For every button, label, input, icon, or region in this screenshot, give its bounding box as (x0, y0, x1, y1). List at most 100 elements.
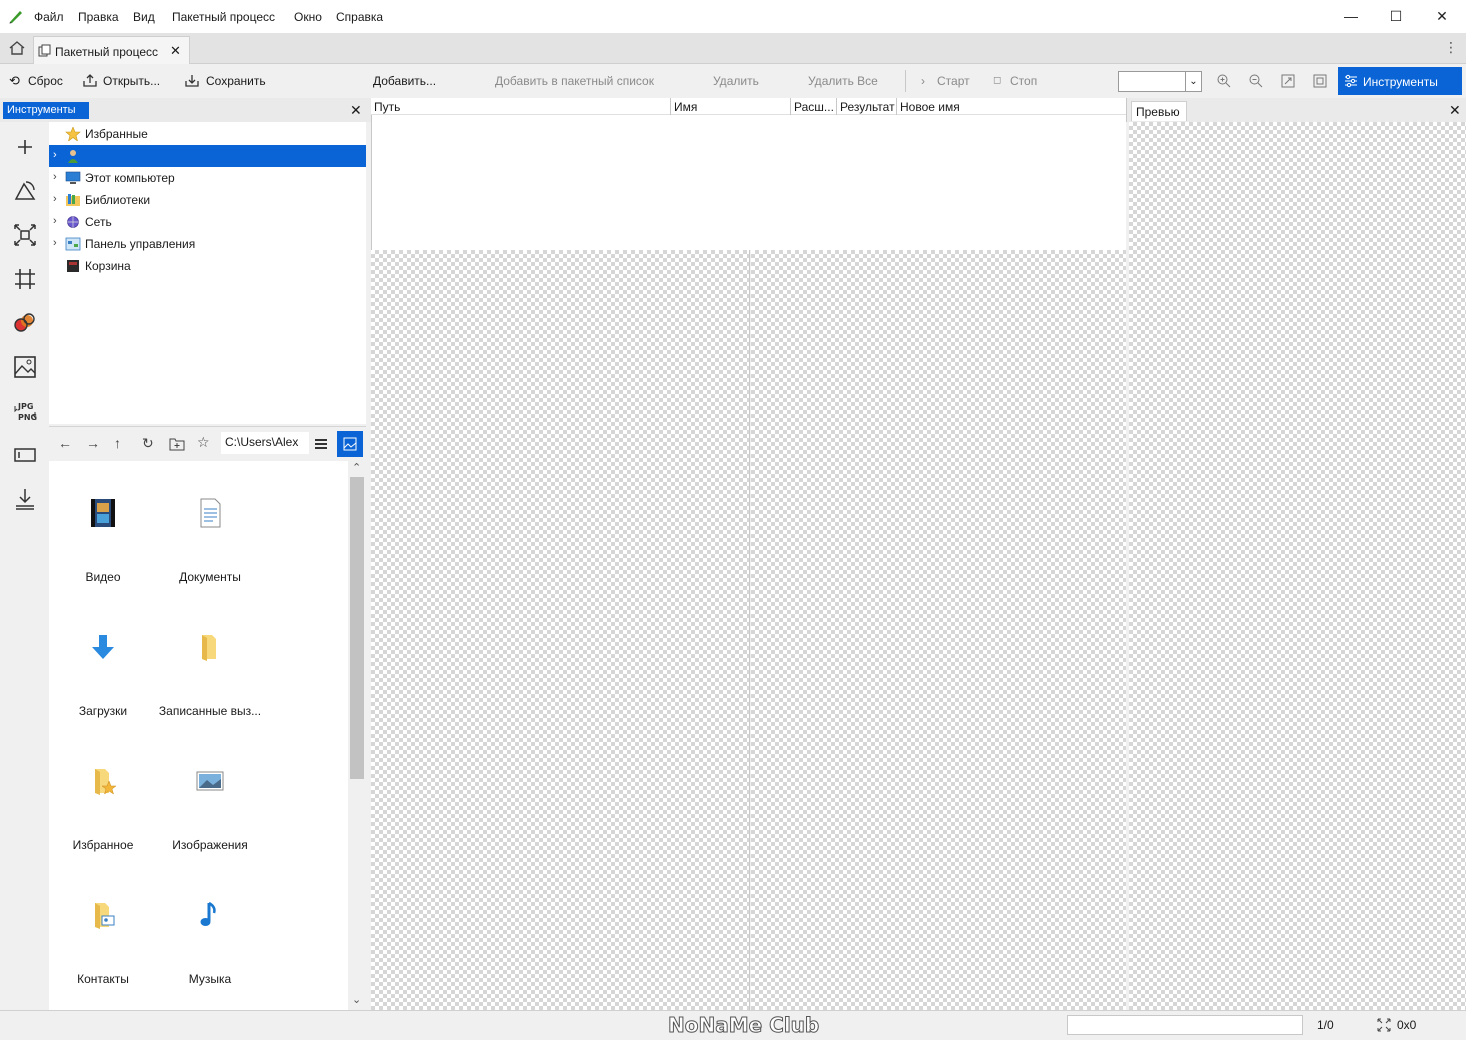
file-item-documents[interactable]: Документы (156, 497, 264, 584)
tree-item-user[interactable]: › (49, 145, 366, 167)
file-item-video[interactable]: Видео (49, 497, 157, 584)
tab-batch-process[interactable]: Пакетный процесс ✕ (33, 36, 190, 64)
scroll-down-icon[interactable]: ⌄ (352, 993, 361, 1006)
list-view-icon[interactable] (314, 437, 328, 451)
refresh-icon[interactable]: ↻ (142, 435, 154, 452)
forward-icon[interactable]: → (86, 435, 100, 451)
color-adjust-tool-icon[interactable] (12, 310, 38, 336)
batch-list[interactable] (371, 98, 1126, 250)
image-tool-icon[interactable] (12, 354, 38, 380)
file-item-label: Загрузки (78, 704, 128, 718)
file-grid-scrollbar[interactable]: ⌃ ⌄ (348, 461, 366, 1010)
result-image-canvas[interactable] (751, 250, 1126, 1010)
contacts-icon (95, 903, 115, 929)
tools-toggle-button[interactable]: Инструменты (1338, 67, 1462, 95)
tools-panel-title[interactable]: Инструменты (3, 102, 89, 119)
favorites-folder-icon (95, 769, 117, 795)
convert-format-icon[interactable]: JPG PNG (12, 398, 38, 424)
zoom-in-icon[interactable] (1216, 73, 1232, 89)
resize-tool-icon[interactable] (12, 222, 38, 248)
reset-button[interactable]: Сброс (28, 74, 63, 88)
image-size: 0x0 (1397, 1018, 1417, 1032)
preview-panel-title[interactable]: Превью (1131, 101, 1187, 121)
actual-size-icon[interactable] (1312, 73, 1328, 89)
menu-window[interactable]: Окно (294, 10, 322, 24)
preview-panel-close-icon[interactable]: ✕ (1449, 102, 1461, 119)
path-input[interactable]: C:\Users\Alex (221, 432, 309, 454)
file-browser-nav: ← → ↑ ↻ ☆ C:\Users\Alex (49, 426, 366, 460)
menu-help[interactable]: Справка (336, 10, 383, 24)
chevron-right-icon[interactable]: › (53, 237, 57, 249)
dimensions-icon (1377, 1018, 1391, 1032)
crop-tool-icon[interactable] (12, 266, 38, 292)
tree-item-label: Корзина (85, 259, 131, 273)
remove-all-button[interactable]: Удалить Все (808, 74, 878, 88)
add-tool-icon[interactable] (12, 134, 38, 160)
reset-icon: ⟲ (9, 73, 20, 88)
chevron-right-icon[interactable]: › (53, 215, 57, 227)
stop-icon: ◻ (993, 75, 1002, 86)
file-item-favorites[interactable]: Избранное (49, 765, 157, 852)
tree-item-libraries[interactable]: › Библиотеки (49, 189, 366, 211)
file-item-music[interactable]: Музыка (156, 899, 264, 986)
svg-text:PNG: PNG (18, 413, 37, 422)
file-item-contacts[interactable]: Контакты (49, 899, 157, 986)
file-item-downloads[interactable]: Загрузки (49, 631, 157, 718)
new-folder-icon[interactable] (169, 437, 185, 451)
menu-batch[interactable]: Пакетный процесс (172, 10, 275, 24)
chevron-right-icon[interactable]: › (53, 171, 57, 183)
save-button[interactable]: Сохранить (206, 74, 266, 88)
output-tool-icon[interactable] (12, 486, 38, 512)
stop-button[interactable]: Стоп (1010, 74, 1037, 88)
column-path[interactable]: Путь (372, 98, 671, 115)
tree-item-favorites[interactable]: Избранные (49, 123, 366, 145)
scroll-up-icon[interactable]: ⌃ (352, 461, 361, 474)
tree-item-label: Этот компьютер (85, 171, 175, 185)
tree-item-control-panel[interactable]: › Панель управления (49, 233, 366, 255)
menu-edit[interactable]: Правка (78, 10, 119, 24)
zoom-combobox[interactable]: ⌄ (1118, 71, 1202, 92)
open-button[interactable]: Открыть... (103, 74, 160, 88)
thumbnail-view-button[interactable] (337, 431, 363, 457)
favorite-star-icon[interactable]: ☆ (197, 434, 210, 451)
home-icon[interactable] (8, 40, 26, 56)
file-item-pictures[interactable]: Изображения (156, 765, 264, 852)
tree-item-network[interactable]: › Сеть (49, 211, 366, 233)
tree-item-this-pc[interactable]: › Этот компьютер (49, 167, 366, 189)
source-image-canvas[interactable] (371, 250, 750, 1010)
column-new-name[interactable]: Новое имя (898, 98, 1126, 115)
fit-window-icon[interactable] (1280, 73, 1296, 89)
tree-item-recycle-bin[interactable]: Корзина (49, 255, 366, 277)
start-button[interactable]: Старт (937, 74, 970, 88)
chevron-right-icon[interactable]: › (53, 193, 57, 205)
svg-text:JPG: JPG (17, 402, 33, 411)
preview-panel-header: Превью ✕ (1126, 98, 1466, 122)
rotate-tool-icon[interactable] (12, 178, 38, 204)
minimize-button[interactable]: — (1328, 4, 1374, 28)
file-item-recorded-calls[interactable]: Записанные выз... (156, 631, 264, 718)
menu-file[interactable]: Файл (34, 10, 64, 24)
add-to-batch-button[interactable]: Добавить в пакетный список (495, 74, 654, 88)
zoom-out-icon[interactable] (1248, 73, 1264, 89)
maximize-button[interactable]: ☐ (1373, 4, 1419, 28)
up-icon[interactable]: ↑ (114, 435, 121, 451)
remove-button[interactable]: Удалить (713, 74, 759, 88)
tab-close-icon[interactable]: ✕ (170, 43, 181, 59)
scroll-thumb[interactable] (350, 477, 364, 779)
more-options-icon[interactable]: ⋮ (1444, 39, 1458, 56)
downloads-icon (92, 635, 114, 659)
close-button[interactable]: ✕ (1419, 4, 1465, 28)
column-name[interactable]: Имя (672, 98, 791, 115)
batch-icon (38, 44, 51, 57)
tools-panel-close-icon[interactable]: ✕ (350, 102, 362, 119)
chevron-down-icon[interactable]: ⌄ (1185, 72, 1201, 91)
column-extension[interactable]: Расш... (792, 98, 837, 115)
rename-tool-icon[interactable] (12, 442, 38, 468)
column-result[interactable]: Результат (838, 98, 897, 115)
chevron-right-icon[interactable]: › (53, 149, 57, 161)
file-item-label: Видео (85, 570, 121, 584)
back-icon[interactable]: ← (58, 435, 72, 451)
start-icon: › (921, 74, 925, 88)
menu-view[interactable]: Вид (133, 10, 155, 24)
add-button[interactable]: Добавить... (373, 74, 436, 88)
